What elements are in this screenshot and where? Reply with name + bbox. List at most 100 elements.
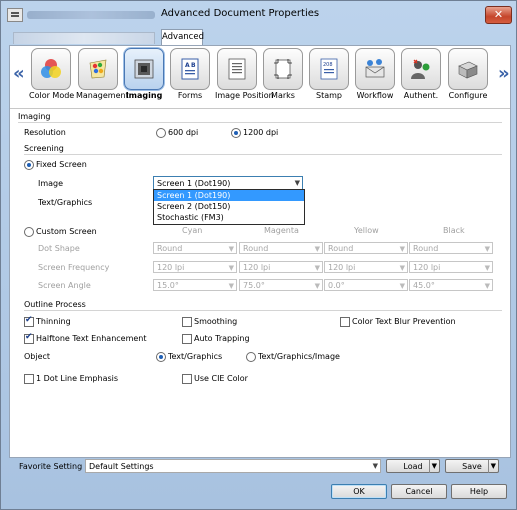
function-forms[interactable]: A B Forms [168,48,212,106]
fixed-screen-radio[interactable] [24,160,34,170]
use-cie-color-checkbox[interactable] [182,374,192,384]
function-label: Image Position [215,91,274,100]
auto-trapping-checkbox[interactable] [182,334,192,344]
divider [18,122,502,123]
screening-section-title: Screening [24,144,64,153]
one-dot-line-checkbox[interactable] [24,374,34,384]
function-color-mode[interactable]: Color Mode [29,48,74,106]
function-marks[interactable]: Marks [261,48,305,106]
chevron-down-icon: ▼ [484,282,490,290]
dropdown-option[interactable]: Screen 2 (Dot150) [154,201,304,212]
prev-arrow-icon[interactable]: « [13,63,25,84]
custom-screen-radio[interactable] [24,227,34,237]
divider [24,310,502,311]
ok-button[interactable]: OK [331,484,387,499]
function-imaging[interactable]: Imaging [122,48,166,106]
fixed-screen-label: Fixed Screen [36,160,87,169]
halftone-checkbox[interactable] [24,332,34,344]
frequency-cyan-select[interactable]: 120 lpi ▼ [153,261,237,273]
chevron-down-icon[interactable]: ▼ [428,460,437,473]
dialog-window: Advanced Document Properties ✕ Advanced … [0,0,517,510]
select-value: 45.0° [413,281,435,290]
svg-text:A: A [185,62,190,69]
function-label: Authent. [403,91,439,100]
svg-text:208: 208 [323,62,333,68]
close-button[interactable]: ✕ [485,6,512,24]
object-label: Object [24,352,51,361]
marks-icon [274,59,292,79]
function-configure[interactable]: Configure [446,48,490,106]
svg-text:B: B [191,62,196,69]
dot-shape-magenta-select[interactable]: Round ▼ [239,242,323,254]
smoothing-checkbox[interactable] [182,317,192,327]
save-button[interactable]: Save ▼ [445,459,499,473]
screen-angle-label: Screen Angle [38,281,91,290]
chevron-down-icon: ▼ [484,264,490,272]
angle-cyan-select[interactable]: 15.0° ▼ [153,279,237,291]
select-value: 0.0° [328,281,345,290]
res-600-radio[interactable] [156,128,166,138]
chevron-down-icon: ▼ [314,245,320,253]
function-stamp[interactable]: 208 Stamp [307,48,351,106]
column-header-black: Black [443,226,465,235]
stamp-icon: 208 [320,58,338,80]
function-workflow[interactable]: Workflow [353,48,397,106]
thinning-checkbox[interactable] [24,315,34,327]
favorite-setting-select[interactable]: Default Settings ▼ [85,459,381,473]
divider [24,154,502,155]
select-value: 15.0° [157,281,179,290]
chevron-down-icon: ▼ [228,245,234,253]
halftone-label: Halftone Text Enhancement [36,334,147,343]
select-value: 120 lpi [328,263,356,272]
screen-frequency-label: Screen Frequency [38,263,110,272]
app-icon [7,8,23,22]
frequency-magenta-select[interactable]: 120 lpi ▼ [239,261,323,273]
select-value: 75.0° [243,281,265,290]
function-management[interactable]: Management [76,48,129,106]
function-label: Marks [271,91,295,100]
outline-section-title: Outline Process [24,300,86,309]
cancel-button[interactable]: Cancel [391,484,447,499]
angle-black-select[interactable]: 45.0° ▼ [409,279,493,291]
dot-shape-yellow-select[interactable]: Round ▼ [324,242,408,254]
tab-redacted[interactable] [13,32,155,44]
load-label: Load [403,462,423,471]
angle-yellow-select[interactable]: 0.0° ▼ [324,279,408,291]
image-screen-select[interactable]: Screen 1 (Dot190) ▼ [153,176,303,190]
chevron-down-icon: ▼ [314,282,320,290]
column-header-cyan: Cyan [182,226,203,235]
chevron-down-icon[interactable]: ▼ [487,460,496,473]
use-cie-color-label: Use CIE Color [194,374,248,383]
select-value: 120 lpi [413,263,441,272]
dot-shape-black-select[interactable]: Round ▼ [409,242,493,254]
select-value: 120 lpi [157,263,185,272]
chevron-down-icon: ▼ [228,282,234,290]
frequency-yellow-select[interactable]: 120 lpi ▼ [324,261,408,273]
angle-magenta-select[interactable]: 75.0° ▼ [239,279,323,291]
load-button[interactable]: Load ▼ [386,459,440,473]
chevron-down-icon: ▼ [372,462,378,470]
select-value: Round [243,244,269,253]
object-text-graphics-image-label: Text/Graphics/Image [258,352,340,361]
dropdown-option[interactable]: Stochastic (FM3) [154,212,304,223]
next-arrow-icon[interactable]: » [498,63,510,84]
function-label: Configure [448,91,488,100]
function-label: Workflow [356,91,394,100]
chevron-down-icon: ▼ [399,245,405,253]
function-image-position[interactable]: Image Position [215,48,274,106]
tab-advanced[interactable]: Advanced [161,29,204,45]
select-value: Round [413,244,439,253]
help-button[interactable]: Help [451,484,507,499]
res-1200-radio[interactable] [231,128,241,138]
dot-shape-cyan-select[interactable]: Round ▼ [153,242,237,254]
dropdown-option[interactable]: Screen 1 (Dot190) [154,190,304,201]
chevron-down-icon: ▼ [484,245,490,253]
frequency-black-select[interactable]: 120 lpi ▼ [409,261,493,273]
image-screen-value: Screen 1 (Dot190) [157,179,231,188]
smoothing-label: Smoothing [194,317,238,326]
function-authentication[interactable]: Authent. [399,48,443,106]
color-text-blur-checkbox[interactable] [340,317,350,327]
image-position-icon [228,58,246,80]
object-text-graphics-radio[interactable] [156,352,166,362]
object-text-graphics-image-radio[interactable] [246,352,256,362]
